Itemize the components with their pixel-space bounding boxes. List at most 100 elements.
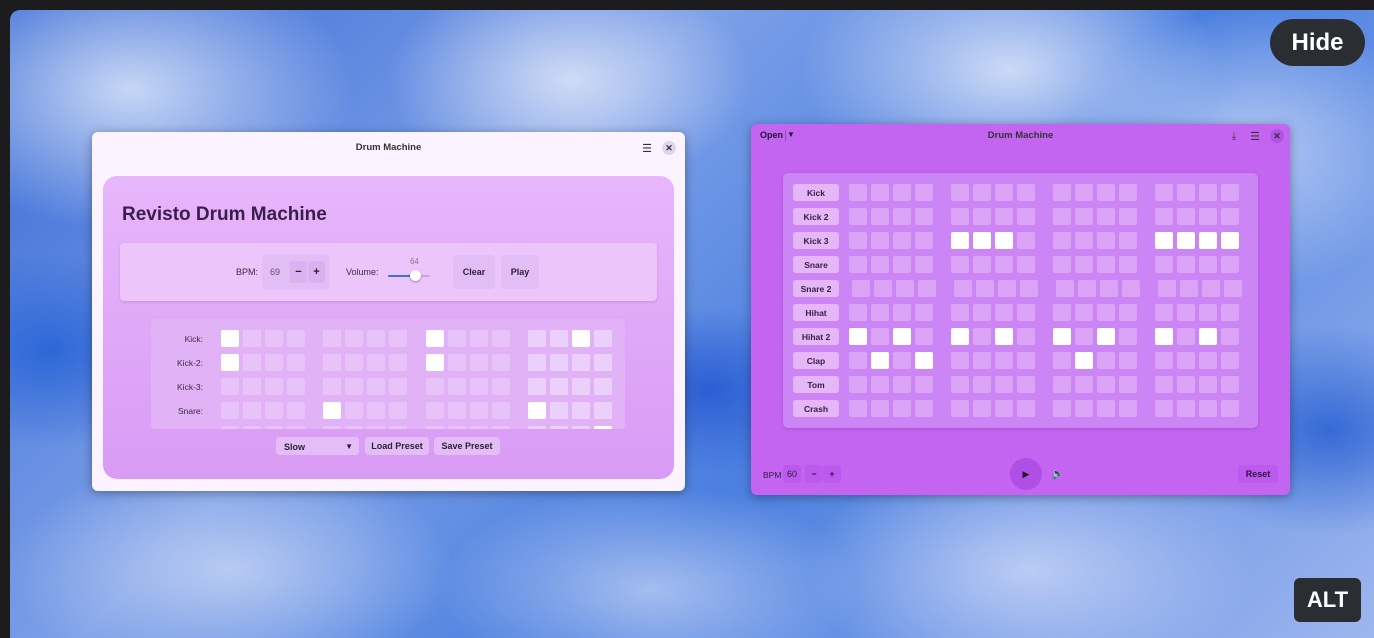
- step-pad[interactable]: [995, 352, 1013, 369]
- clear-button[interactable]: Clear: [453, 255, 495, 289]
- step-pad[interactable]: [915, 208, 933, 225]
- step-pad[interactable]: [243, 378, 261, 395]
- step-pad[interactable]: [221, 354, 239, 371]
- step-pad[interactable]: [849, 304, 867, 321]
- step-pad[interactable]: [1053, 304, 1071, 321]
- step-pad[interactable]: [871, 256, 889, 273]
- step-pad[interactable]: [1221, 184, 1239, 201]
- step-pad[interactable]: [1221, 400, 1239, 417]
- step-pad[interactable]: [221, 402, 239, 419]
- step-pad[interactable]: [1155, 208, 1173, 225]
- step-pad[interactable]: [849, 376, 867, 393]
- step-pad[interactable]: [1097, 208, 1115, 225]
- step-pad[interactable]: [470, 354, 488, 371]
- step-pad[interactable]: [367, 426, 385, 429]
- step-pad[interactable]: [448, 354, 466, 371]
- step-pad[interactable]: [367, 402, 385, 419]
- step-pad[interactable]: [1017, 328, 1035, 345]
- step-pad[interactable]: [492, 378, 510, 395]
- step-pad[interactable]: [1122, 280, 1140, 297]
- step-pad[interactable]: [1053, 328, 1071, 345]
- step-pad[interactable]: [1075, 232, 1093, 249]
- step-pad[interactable]: [243, 402, 261, 419]
- step-pad[interactable]: [1199, 352, 1217, 369]
- step-pad[interactable]: [426, 378, 444, 395]
- hamburger-icon[interactable]: ☰: [640, 141, 654, 155]
- step-pad[interactable]: [1017, 352, 1035, 369]
- row-label[interactable]: Tom: [793, 376, 839, 393]
- step-pad[interactable]: [287, 330, 305, 347]
- step-pad[interactable]: [871, 184, 889, 201]
- step-pad[interactable]: [896, 280, 914, 297]
- step-pad[interactable]: [1097, 256, 1115, 273]
- step-pad[interactable]: [1075, 400, 1093, 417]
- play-icon[interactable]: ▶: [1010, 458, 1042, 490]
- save-preset-button[interactable]: Save Preset: [434, 437, 500, 455]
- step-pad[interactable]: [973, 184, 991, 201]
- step-pad[interactable]: [951, 352, 969, 369]
- step-pad[interactable]: [951, 400, 969, 417]
- step-pad[interactable]: [448, 426, 466, 429]
- step-pad[interactable]: [1119, 208, 1137, 225]
- step-pad[interactable]: [1199, 400, 1217, 417]
- step-pad[interactable]: [287, 378, 305, 395]
- step-pad[interactable]: [345, 402, 363, 419]
- step-pad[interactable]: [1199, 184, 1217, 201]
- step-pad[interactable]: [492, 330, 510, 347]
- step-pad[interactable]: [1075, 208, 1093, 225]
- step-pad[interactable]: [594, 378, 612, 395]
- step-pad[interactable]: [287, 354, 305, 371]
- step-pad[interactable]: [323, 402, 341, 419]
- step-pad[interactable]: [1056, 280, 1074, 297]
- step-pad[interactable]: [893, 184, 911, 201]
- step-pad[interactable]: [1017, 232, 1035, 249]
- step-pad[interactable]: [1119, 352, 1137, 369]
- step-pad[interactable]: [367, 330, 385, 347]
- step-pad[interactable]: [973, 400, 991, 417]
- step-pad[interactable]: [528, 378, 546, 395]
- step-pad[interactable]: [1221, 208, 1239, 225]
- step-pad[interactable]: [852, 280, 870, 297]
- step-pad[interactable]: [1199, 208, 1217, 225]
- step-pad[interactable]: [1100, 280, 1118, 297]
- step-pad[interactable]: [998, 280, 1016, 297]
- step-pad[interactable]: [1119, 376, 1137, 393]
- step-pad[interactable]: [1119, 400, 1137, 417]
- step-pad[interactable]: [1177, 328, 1195, 345]
- step-pad[interactable]: [973, 352, 991, 369]
- bpm-value[interactable]: 60: [783, 465, 801, 483]
- step-pad[interactable]: [389, 354, 407, 371]
- step-pad[interactable]: [1119, 232, 1137, 249]
- step-pad[interactable]: [1155, 184, 1173, 201]
- step-pad[interactable]: [572, 378, 590, 395]
- step-pad[interactable]: [572, 426, 590, 429]
- step-pad[interactable]: [995, 328, 1013, 345]
- step-pad[interactable]: [1199, 376, 1217, 393]
- step-pad[interactable]: [893, 328, 911, 345]
- step-pad[interactable]: [893, 208, 911, 225]
- step-pad[interactable]: [287, 402, 305, 419]
- step-pad[interactable]: [1097, 232, 1115, 249]
- step-pad[interactable]: [1177, 184, 1195, 201]
- row-label[interactable]: Snare 2: [793, 280, 839, 297]
- step-pad[interactable]: [973, 304, 991, 321]
- step-pad[interactable]: [893, 304, 911, 321]
- step-pad[interactable]: [594, 426, 612, 429]
- step-pad[interactable]: [995, 400, 1013, 417]
- step-pad[interactable]: [1053, 256, 1071, 273]
- step-pad[interactable]: [951, 376, 969, 393]
- preset-select[interactable]: Slow ▼: [276, 437, 359, 455]
- step-pad[interactable]: [1097, 184, 1115, 201]
- step-pad[interactable]: [1053, 232, 1071, 249]
- step-pad[interactable]: [849, 208, 867, 225]
- step-pad[interactable]: [893, 256, 911, 273]
- step-pad[interactable]: [243, 426, 261, 429]
- step-pad[interactable]: [1075, 352, 1093, 369]
- step-pad[interactable]: [323, 426, 341, 429]
- step-pad[interactable]: [1177, 376, 1195, 393]
- bpm-decrement-button[interactable]: −: [805, 465, 823, 483]
- step-pad[interactable]: [1221, 376, 1239, 393]
- step-pad[interactable]: [995, 256, 1013, 273]
- step-pad[interactable]: [265, 330, 283, 347]
- speaker-icon[interactable]: 🔈: [1051, 467, 1065, 481]
